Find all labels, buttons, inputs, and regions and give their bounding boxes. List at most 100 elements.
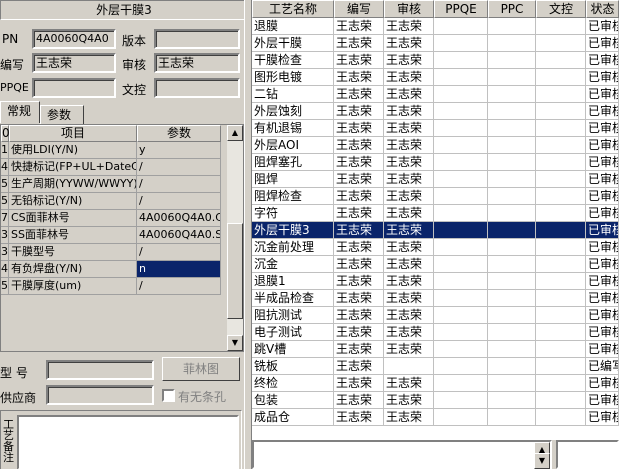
table-cell: 王志荣 [384, 120, 434, 137]
table-cell [434, 120, 488, 137]
grid-header-value[interactable]: 参数 [137, 125, 221, 142]
params-row[interactable]: 3 SS面菲林号 4A0060Q4A0.SS [1, 227, 227, 244]
table-cell: 退膜 [252, 18, 334, 35]
table-cell: 王志荣 [334, 290, 384, 307]
params-row-value[interactable]: 4A0060Q4A0.SS [137, 227, 221, 244]
table-row[interactable]: 退膜王志荣王志荣已审核 [252, 18, 619, 35]
memo-textarea[interactable] [17, 415, 239, 469]
params-row-value[interactable]: / [137, 159, 221, 176]
table-cell [536, 222, 586, 239]
table-row[interactable]: 外层干膜王志荣王志荣已审核 [252, 35, 619, 52]
no-blind-checkbox[interactable] [162, 389, 175, 402]
table-cell [488, 35, 536, 52]
params-row-value[interactable]: y [137, 142, 221, 159]
table-row[interactable]: 终检王志荣王志荣已审核 [252, 375, 619, 392]
column-header[interactable]: 文控 [536, 0, 586, 18]
table-cell: 已审核 [586, 205, 619, 222]
params-row-value[interactable]: / [137, 278, 221, 295]
secondary-remark-field[interactable] [556, 440, 619, 469]
params-row[interactable]: 5 生产周期(YYWW/WWYY) / [1, 176, 227, 193]
model-field[interactable] [46, 360, 154, 380]
params-row[interactable]: 4 有负焊盘(Y/N) n [1, 261, 227, 278]
pn-field[interactable]: 4A0060Q4A0 [32, 29, 116, 49]
table-row[interactable]: 阻抗测试王志荣王志荣已审核 [252, 307, 619, 324]
params-row[interactable]: 5 干膜厚度(um) / [1, 278, 227, 295]
table-cell [434, 69, 488, 86]
table-cell: 已审核 [586, 137, 619, 154]
table-cell [434, 137, 488, 154]
params-row-value[interactable]: n [137, 261, 221, 278]
table-cell [434, 52, 488, 69]
ppqe-field[interactable] [32, 78, 116, 98]
table-row[interactable]: 包装王志荣王志荣已审核 [252, 392, 619, 409]
table-cell [434, 103, 488, 120]
table-cell [536, 239, 586, 256]
doc-control-field[interactable] [154, 78, 240, 98]
params-row-value[interactable]: / [137, 176, 221, 193]
table-cell [488, 52, 536, 69]
params-row[interactable]: 7 CS面菲林号 4A0060Q4A0.CS [1, 210, 227, 227]
table-row[interactable]: 外层AOI王志荣王志荣已审核 [252, 137, 619, 154]
scroll-down-arrow[interactable]: ▼ [227, 335, 243, 351]
table-row[interactable]: 干膜检查王志荣王志荣已审核 [252, 52, 619, 69]
params-row[interactable]: 1 使用LDI(Y/N) y [1, 142, 227, 159]
table-row[interactable]: 二钻王志荣王志荣已审核 [252, 86, 619, 103]
table-row[interactable]: 沉金王志荣王志荣已审核 [252, 256, 619, 273]
table-row[interactable]: 图形电镀王志荣王志荣已审核 [252, 69, 619, 86]
params-row[interactable]: 5 无铅标记(Y/N) / [1, 193, 227, 210]
table-row[interactable]: 阻焊检查王志荣王志荣已审核 [252, 188, 619, 205]
params-row-value[interactable]: / [137, 193, 221, 210]
params-row-value[interactable]: / [137, 244, 221, 261]
table-row[interactable]: 沉金前处理王志荣王志荣已审核 [252, 239, 619, 256]
table-row[interactable]: 铣板王志荣 已编写 [252, 358, 619, 375]
table-row[interactable]: 阻焊王志荣王志荣已审核 [252, 171, 619, 188]
column-header[interactable]: 工艺名称 [252, 0, 334, 18]
scroll-up-arrow[interactable]: ▲ [227, 125, 243, 141]
table-row[interactable]: 字符王志荣王志荣已审核 [252, 205, 619, 222]
table-row[interactable]: 退膜1王志荣王志荣已审核 [252, 273, 619, 290]
table-row[interactable]: 外层蚀刻王志荣王志荣已审核 [252, 103, 619, 120]
tab-params[interactable]: 参数 [40, 105, 84, 125]
tab-general[interactable]: 常规 [0, 101, 40, 123]
params-row[interactable]: 4 快捷标记(FP+UL+DateC / [1, 159, 227, 176]
params-row[interactable]: 3 干膜型号 / [1, 244, 227, 261]
table-cell [434, 324, 488, 341]
column-header[interactable]: PPC [488, 0, 536, 18]
params-row-value[interactable]: 4A0060Q4A0.CS [137, 210, 221, 227]
table-cell: 王志荣 [384, 171, 434, 188]
column-header[interactable]: 编写 [334, 0, 384, 18]
table-row[interactable]: 外层干膜3王志荣王志荣已审核 [252, 222, 619, 239]
table-cell [488, 222, 536, 239]
table-cell: 王志荣 [384, 137, 434, 154]
version-field[interactable] [154, 29, 240, 49]
column-header[interactable]: 状态 [586, 0, 619, 18]
params-scrollbar[interactable]: ▲ ▼ [227, 125, 243, 351]
table-cell [536, 171, 586, 188]
table-cell: 王志荣 [384, 18, 434, 35]
remark-scroll-down-arrow[interactable]: ▼ [534, 453, 550, 469]
column-header[interactable]: 审核 [384, 0, 434, 18]
table-cell: 王志荣 [334, 18, 384, 35]
table-row[interactable]: 电子测试王志荣王志荣已审核 [252, 324, 619, 341]
remark-textarea[interactable] [252, 440, 552, 469]
remark-scrollbar[interactable]: ▲ ▼ [534, 442, 550, 469]
table-cell: 已审核 [586, 341, 619, 358]
table-row[interactable]: 阻焊塞孔王志荣王志荣已审核 [252, 154, 619, 171]
table-row[interactable]: 跳V槽王志荣王志荣已审核 [252, 341, 619, 358]
film-image-button[interactable]: 菲林图 [162, 357, 240, 381]
table-cell: 王志荣 [334, 256, 384, 273]
table-row[interactable]: 有机退锡王志荣王志荣已审核 [252, 120, 619, 137]
table-cell [488, 256, 536, 273]
params-row-item: 快捷标记(FP+UL+DateC [9, 159, 137, 176]
reviewer-field[interactable]: 王志荣 [154, 53, 240, 73]
table-row[interactable]: 半成品检查王志荣王志荣已审核 [252, 290, 619, 307]
editor-field[interactable]: 王志荣 [32, 53, 116, 73]
splitter[interactable] [244, 0, 252, 469]
supplier-field[interactable] [46, 385, 154, 405]
scroll-thumb[interactable] [227, 223, 243, 319]
column-header[interactable]: PPQE [434, 0, 488, 18]
grid-header-item[interactable]: 项目 [9, 125, 137, 142]
table-cell [488, 409, 536, 426]
table-row[interactable]: 成品仓王志荣王志荣已审核 [252, 409, 619, 426]
table-cell [536, 392, 586, 409]
